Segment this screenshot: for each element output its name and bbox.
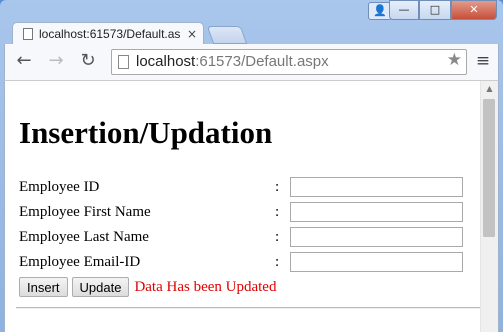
page-title: Insertion/Updation <box>19 115 273 150</box>
first-name-label: Employee First Name <box>19 204 151 220</box>
status-message: Data Has been Updated <box>134 278 277 295</box>
colon: : <box>275 229 280 245</box>
email-row: Employee Email-ID : <box>19 252 479 274</box>
colon: : <box>275 254 280 270</box>
vertical-scrollbar[interactable]: ▲ <box>480 81 498 332</box>
first-name-row: Employee First Name : <box>19 202 479 224</box>
window-controls: — □ ✕ <box>389 0 497 20</box>
browser-toolbar: ← → ↻ localhost:61573/Default.aspx ★ ≡ <box>4 44 499 80</box>
employee-id-label: Employee ID <box>19 179 100 195</box>
back-arrow-icon[interactable]: ← <box>13 50 35 72</box>
insert-button[interactable]: Insert <box>19 277 68 297</box>
divider <box>16 307 482 309</box>
url-text: localhost:61573/Default.aspx <box>136 53 329 70</box>
action-bar: Insert Update Data Has been Updated <box>19 277 276 297</box>
update-button[interactable]: Update <box>71 277 130 297</box>
menu-icon[interactable]: ≡ <box>472 50 494 72</box>
close-window-button[interactable]: ✕ <box>451 0 497 20</box>
email-label: Employee Email-ID <box>19 254 141 270</box>
employee-id-row: Employee ID : <box>19 177 479 199</box>
employee-id-input[interactable] <box>290 177 463 197</box>
colon: : <box>275 204 280 220</box>
bookmark-star-icon[interactable]: ★ <box>447 50 462 70</box>
scroll-up-arrow-icon[interactable]: ▲ <box>481 84 498 93</box>
browser-window: 👤 — □ ✕ localhost:61573/Default.as × ← →… <box>0 0 503 332</box>
colon: : <box>275 179 280 195</box>
tab-title: localhost:61573/Default.as <box>39 26 181 41</box>
page-icon <box>118 55 129 69</box>
minimize-button[interactable]: — <box>389 0 419 20</box>
new-tab-button[interactable] <box>206 26 248 44</box>
last-name-row: Employee Last Name : <box>19 227 479 249</box>
first-name-input[interactable] <box>290 202 463 222</box>
tab-close-icon[interactable]: × <box>185 27 199 41</box>
last-name-label: Employee Last Name <box>19 229 149 245</box>
browser-tab[interactable]: localhost:61573/Default.as × <box>12 22 204 44</box>
address-bar[interactable]: localhost:61573/Default.aspx ★ <box>111 49 467 75</box>
last-name-input[interactable] <box>290 227 463 247</box>
forward-arrow-icon[interactable]: → <box>45 50 67 72</box>
page-viewport: Insertion/Updation Employee ID : Employe… <box>4 80 499 332</box>
page-icon <box>23 27 33 40</box>
email-input[interactable] <box>290 252 463 272</box>
reload-icon[interactable]: ↻ <box>77 50 99 72</box>
scrollbar-thumb[interactable] <box>483 99 495 237</box>
maximize-button[interactable]: □ <box>419 0 451 20</box>
